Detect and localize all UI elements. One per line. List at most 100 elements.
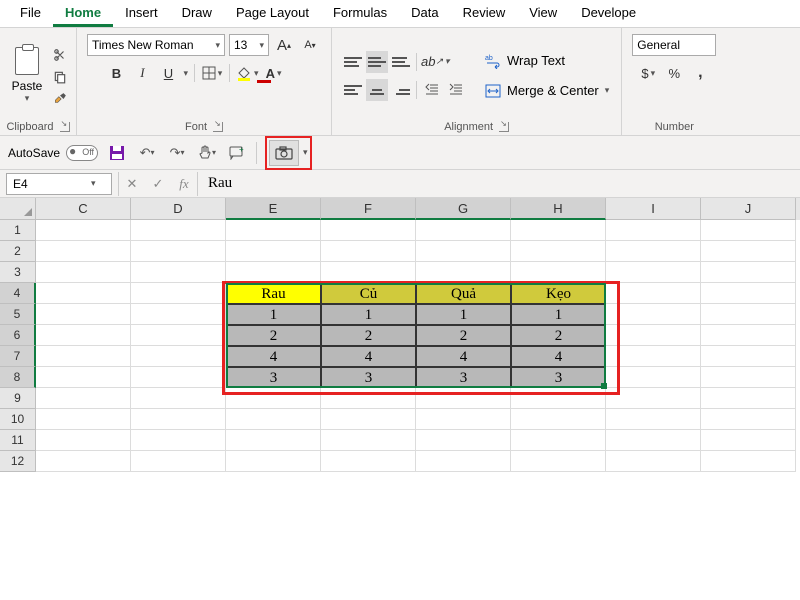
cell[interactable]: [701, 367, 796, 388]
cell[interactable]: 3: [511, 367, 606, 388]
cell[interactable]: [321, 451, 416, 472]
camera-button[interactable]: [269, 140, 299, 166]
col-header[interactable]: H: [511, 198, 606, 220]
align-bottom-button[interactable]: [390, 51, 412, 73]
cell[interactable]: [321, 220, 416, 241]
cell[interactable]: Rau: [226, 283, 321, 304]
cell[interactable]: [606, 388, 701, 409]
cell[interactable]: 3: [226, 367, 321, 388]
shrink-font-button[interactable]: A▾: [299, 34, 321, 56]
row-header[interactable]: 11: [0, 430, 36, 451]
cell[interactable]: [416, 388, 511, 409]
name-box-input[interactable]: [7, 177, 87, 191]
align-center-button[interactable]: [366, 79, 388, 101]
align-top-button[interactable]: [342, 51, 364, 73]
cell[interactable]: 2: [416, 325, 511, 346]
cell[interactable]: [416, 241, 511, 262]
cell[interactable]: [226, 241, 321, 262]
cell[interactable]: [701, 388, 796, 409]
cell[interactable]: 3: [416, 367, 511, 388]
touch-mode-button[interactable]: ▾: [196, 142, 218, 164]
tab-home[interactable]: Home: [53, 0, 113, 27]
cell[interactable]: [36, 367, 131, 388]
cell[interactable]: Củ: [321, 283, 416, 304]
cell[interactable]: [36, 220, 131, 241]
cut-button[interactable]: [50, 45, 70, 65]
col-header[interactable]: E: [226, 198, 321, 220]
cell[interactable]: [131, 304, 226, 325]
row-header[interactable]: 9: [0, 388, 36, 409]
select-all-corner[interactable]: [0, 198, 36, 220]
cell[interactable]: [131, 346, 226, 367]
autosave-toggle[interactable]: AutoSave Off: [8, 145, 98, 161]
row-header[interactable]: 2: [0, 241, 36, 262]
row-header[interactable]: 12: [0, 451, 36, 472]
cell[interactable]: [131, 325, 226, 346]
row-header[interactable]: 8: [0, 367, 36, 388]
cell[interactable]: [511, 451, 606, 472]
name-box[interactable]: ▾: [6, 173, 112, 195]
cell[interactable]: 3: [321, 367, 416, 388]
number-format-combo[interactable]: [632, 34, 716, 56]
cell[interactable]: [701, 430, 796, 451]
tab-insert[interactable]: Insert: [113, 0, 170, 27]
font-name-input[interactable]: [88, 38, 211, 52]
alignment-dialog-launcher[interactable]: [499, 122, 509, 132]
cell[interactable]: [416, 409, 511, 430]
formula-input[interactable]: [198, 175, 800, 192]
cell[interactable]: 2: [321, 325, 416, 346]
font-size-input[interactable]: [230, 38, 255, 52]
tab-view[interactable]: View: [517, 0, 569, 27]
cell[interactable]: [226, 388, 321, 409]
row-header[interactable]: 7: [0, 346, 36, 367]
redo-button[interactable]: ↷▾: [166, 142, 188, 164]
accept-formula-button[interactable]: ✓: [145, 173, 171, 195]
col-header[interactable]: I: [606, 198, 701, 220]
cell[interactable]: [226, 451, 321, 472]
font-dialog-launcher[interactable]: [213, 122, 223, 132]
cell[interactable]: [131, 262, 226, 283]
row-header[interactable]: 5: [0, 304, 36, 325]
cell[interactable]: [701, 262, 796, 283]
paste-button[interactable]: Paste ▾: [6, 39, 48, 113]
cell[interactable]: [36, 325, 131, 346]
wrap-text-button[interactable]: ab Wrap Text: [479, 48, 615, 74]
tab-file[interactable]: File: [8, 0, 53, 27]
cell[interactable]: [701, 283, 796, 304]
cell[interactable]: [226, 430, 321, 451]
row-header[interactable]: 10: [0, 409, 36, 430]
cell[interactable]: [36, 409, 131, 430]
cell[interactable]: [606, 346, 701, 367]
row-header[interactable]: 6: [0, 325, 36, 346]
cell[interactable]: 4: [321, 346, 416, 367]
cell[interactable]: [606, 262, 701, 283]
cell[interactable]: [606, 325, 701, 346]
cell[interactable]: [36, 262, 131, 283]
cell[interactable]: [606, 451, 701, 472]
tab-developer[interactable]: Develope: [569, 0, 648, 27]
cell[interactable]: [606, 241, 701, 262]
cell[interactable]: [36, 388, 131, 409]
cell[interactable]: [606, 304, 701, 325]
cell[interactable]: [131, 241, 226, 262]
align-middle-button[interactable]: [366, 51, 388, 73]
col-header[interactable]: J: [701, 198, 796, 220]
col-header[interactable]: F: [321, 198, 416, 220]
italic-button[interactable]: I: [131, 62, 153, 84]
cell[interactable]: [701, 241, 796, 262]
cell[interactable]: 4: [416, 346, 511, 367]
save-button[interactable]: [106, 142, 128, 164]
align-left-button[interactable]: [342, 79, 364, 101]
clipboard-dialog-launcher[interactable]: [60, 122, 70, 132]
cell[interactable]: [36, 451, 131, 472]
cell[interactable]: 2: [226, 325, 321, 346]
cell[interactable]: [321, 262, 416, 283]
tab-page-layout[interactable]: Page Layout: [224, 0, 321, 27]
decrease-indent-button[interactable]: [421, 79, 443, 101]
cell[interactable]: 1: [321, 304, 416, 325]
insert-function-button[interactable]: fx: [171, 173, 197, 195]
chevron-down-icon[interactable]: ▾: [87, 178, 100, 189]
cell[interactable]: [511, 220, 606, 241]
cell[interactable]: [606, 409, 701, 430]
orientation-button[interactable]: ab↗▾: [421, 51, 450, 73]
